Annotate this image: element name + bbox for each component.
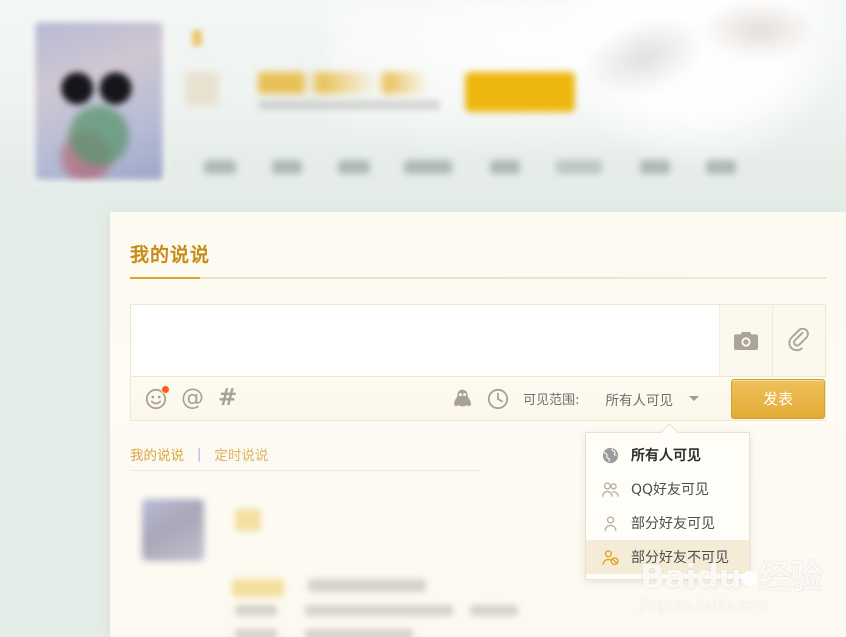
toolbar-left-group: @ # xyxy=(131,384,237,410)
editor-toolbar: @ # 可见范围: 所有人可见 发表 xyxy=(130,377,826,421)
profile-header xyxy=(0,0,846,210)
paperclip-icon xyxy=(788,327,809,351)
scope-option-label: 部分好友可见 xyxy=(631,516,715,532)
title-underline xyxy=(130,277,826,279)
page-root: 我的说说 @ # 可见范围: 所有人可见 发表 我的说说 | 定时说说 所有人可… xyxy=(0,0,846,637)
post-line-2 xyxy=(235,605,277,616)
emoji-new-badge xyxy=(161,384,170,394)
profile-name-blurred xyxy=(258,72,430,94)
scope-option-some-friends-hidden[interactable]: 部分好友不可见 xyxy=(586,540,749,574)
page-title: 我的说说 xyxy=(130,244,211,266)
tab-my-shuoshuo[interactable]: 我的说说 xyxy=(130,444,184,464)
person-blocked-icon xyxy=(600,547,620,567)
post-textarea[interactable] xyxy=(131,305,719,376)
post-editor[interactable] xyxy=(130,304,826,377)
camera-icon xyxy=(734,331,758,350)
tab-scheduled-shuoshuo[interactable]: 定时说说 xyxy=(214,444,268,464)
topic-button[interactable]: # xyxy=(218,387,237,410)
scope-option-qq-friends[interactable]: QQ好友可见 xyxy=(586,472,749,506)
nav-item-6[interactable] xyxy=(556,160,602,174)
post-tag-blurred xyxy=(232,579,284,597)
top-navbar xyxy=(0,152,846,188)
post-line-1 xyxy=(308,579,426,592)
clock-icon xyxy=(488,388,509,409)
header-decor-smoke-2 xyxy=(700,0,820,60)
emoji-button[interactable] xyxy=(145,384,170,410)
post-name-blurred xyxy=(235,509,261,531)
feed-tabs: 我的说说 | 定时说说 xyxy=(130,444,268,465)
qq-penguin-icon xyxy=(454,389,472,406)
profile-badge xyxy=(192,30,202,46)
nav-item-8[interactable] xyxy=(706,160,736,174)
post-line-4 xyxy=(470,605,518,616)
profile-side-block xyxy=(185,72,219,106)
chevron-down-icon xyxy=(689,396,699,401)
qq-share-button[interactable] xyxy=(452,388,473,410)
post-line-3 xyxy=(305,605,453,616)
two-people-icon xyxy=(600,479,620,499)
globe-icon xyxy=(600,445,620,465)
nav-item-3[interactable] xyxy=(338,160,370,174)
scope-option-everyone[interactable]: 所有人可见 xyxy=(586,438,749,472)
profile-action-button[interactable] xyxy=(465,72,575,112)
camera-button[interactable] xyxy=(719,305,772,376)
mention-button[interactable]: @ xyxy=(181,387,204,410)
nav-item-5[interactable] xyxy=(490,160,520,174)
scope-dropdown-menu: 所有人可见 QQ好友可见 部分好友可见 部分好友不可见 xyxy=(585,423,750,580)
scope-label: 可见范围: xyxy=(523,393,580,408)
tabs-underline xyxy=(130,470,480,471)
post-line-5 xyxy=(235,629,277,637)
tab-separator: | xyxy=(197,446,202,462)
post-avatar[interactable] xyxy=(142,499,204,561)
profile-subtitle-blurred xyxy=(258,100,440,110)
timer-button[interactable] xyxy=(487,388,509,410)
person-icon xyxy=(600,513,620,533)
nav-item-7[interactable] xyxy=(640,160,670,174)
scope-option-label: 所有人可见 xyxy=(631,448,701,464)
post-line-6 xyxy=(305,629,413,637)
toolbar-right-group: 可见范围: 所有人可见 发表 xyxy=(452,378,825,419)
scope-option-label: QQ好友可见 xyxy=(631,482,710,498)
scope-dropdown-trigger[interactable]: 所有人可见 xyxy=(600,385,706,413)
scope-option-some-friends-visible[interactable]: 部分好友可见 xyxy=(586,506,749,540)
publish-button[interactable]: 发表 xyxy=(731,378,825,419)
nav-item-1[interactable] xyxy=(204,160,236,174)
scope-option-label: 部分好友不可见 xyxy=(631,550,729,566)
attachment-button[interactable] xyxy=(772,305,825,376)
nav-item-4[interactable] xyxy=(404,160,452,174)
nav-item-2[interactable] xyxy=(272,160,302,174)
scope-current-value: 所有人可见 xyxy=(605,392,674,409)
